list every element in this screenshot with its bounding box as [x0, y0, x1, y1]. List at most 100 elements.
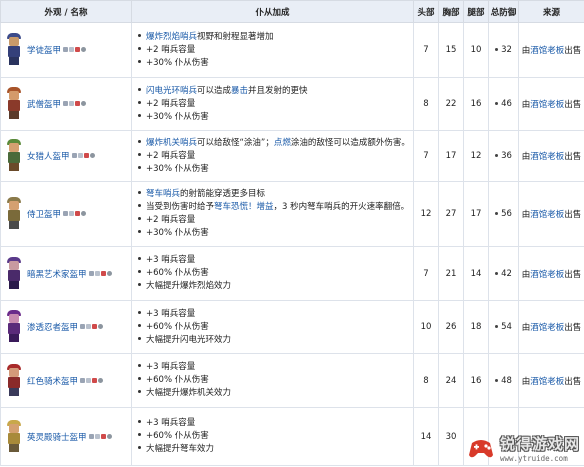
header-row: 外观 / 名称 仆从加成 头部 胸部 腿部 总防御 来源 [1, 1, 584, 23]
mobile-badge-icon [75, 101, 80, 106]
legs-defense: 18 [464, 301, 489, 354]
armor-set-link[interactable]: 红色骑术盔甲 [27, 377, 78, 387]
armor-sprite-icon [5, 257, 23, 291]
source-prefix: 由 [522, 270, 531, 280]
bonus-link[interactable]: 点燃 [274, 138, 291, 148]
total-defense-value: 32 [501, 45, 512, 55]
bonus-text: 并且发射的更快 [248, 86, 308, 96]
version-badges [89, 432, 113, 442]
source-suffix: 出售 [564, 46, 581, 56]
bullet-icon [495, 48, 498, 51]
source-npc-link[interactable]: 酒馆老板 [530, 270, 564, 280]
version-badges [63, 99, 87, 109]
head-defense: 8 [414, 354, 439, 408]
bonus-line: +60% 仆从伤害 [138, 321, 409, 334]
source-npc-link[interactable]: 酒馆老板 [530, 210, 564, 220]
total-defense: 48 [489, 354, 519, 408]
armor-sprite-icon [5, 87, 23, 121]
bonus-link[interactable]: 爆炸机关哨兵 [146, 138, 197, 148]
table-row: 渗透忍者盔甲+3 哨兵容量+60% 仆从伤害大幅提升闪电光环效力10261854… [1, 301, 584, 354]
source-npc-link[interactable]: 酒馆老板 [530, 377, 564, 387]
bonus-text: 涂油的敌怪可以造成额外伤害。 [291, 138, 410, 148]
armor-name-cell: 英灵殿骑士盔甲 [1, 408, 132, 466]
armor-set-link[interactable]: 女猎人盔甲 [27, 152, 70, 162]
body-defense: 17 [439, 131, 464, 182]
version-badges [80, 322, 104, 332]
table-row: 武僧盔甲 闪电光环哨兵可以造成暴击并且发射的更快+2 哨兵容量+30% 仆从伤害8… [1, 78, 584, 131]
bonus-link[interactable]: 爆炸烈焰哨兵 [146, 32, 197, 42]
bonus-link[interactable]: 暴击 [231, 86, 248, 96]
bullet-icon [138, 204, 141, 207]
col-header-appearance: 外观 / 名称 [1, 1, 132, 23]
bonus-cell: 爆炸机关哨兵可以给敌怪“涂油”；点燃涂油的敌怪可以造成额外伤害。+2 哨兵容量+… [132, 131, 414, 182]
bonus-line: +3 哨兵容量 [138, 254, 409, 267]
source-npc-link[interactable]: 酒馆老板 [530, 46, 564, 56]
armor-set-link[interactable]: 渗透忍者盔甲 [27, 323, 78, 333]
source-cell: 由酒馆老板出售 [519, 78, 584, 131]
pc-badge-icon [80, 378, 85, 383]
armor-sprite-icon [5, 197, 23, 231]
col-header-total: 总防御 [489, 1, 519, 23]
bonus-line: +3 哨兵容量 [138, 308, 409, 321]
bonus-cell: 闪电光环哨兵可以造成暴击并且发射的更快+2 哨兵容量+30% 仆从伤害 [132, 78, 414, 131]
bullet-icon [138, 433, 141, 436]
source-prefix: 由 [522, 100, 531, 110]
bonus-text: +2 哨兵容量 [146, 45, 195, 55]
gamepad-logo-icon [466, 433, 496, 463]
source-cell: 由酒馆老板出售 [519, 247, 584, 301]
version-badges [63, 209, 87, 219]
armor-set-link[interactable]: 学徒盔甲 [27, 46, 61, 56]
head-defense: 7 [414, 247, 439, 301]
source-prefix: 由 [522, 323, 531, 333]
bullet-icon [495, 325, 498, 328]
armor-set-link[interactable]: 武僧盔甲 [27, 100, 61, 110]
bullet-icon [138, 420, 141, 423]
bonus-text: +60% 仆从伤害 [146, 431, 209, 441]
legs-defense: 16 [464, 78, 489, 131]
tmodloader-badge-icon [98, 378, 103, 383]
col-header-body: 胸部 [439, 1, 464, 23]
armor-table: 外观 / 名称 仆从加成 头部 胸部 腿部 总防御 来源 学徒盔甲爆炸烈焰哨兵视… [0, 0, 584, 466]
tmodloader-badge-icon [81, 211, 86, 216]
console-badge-icon [86, 378, 91, 383]
tmodloader-badge-icon [81, 101, 86, 106]
console-badge-icon [69, 211, 74, 216]
armor-name-cell: 武僧盔甲 [1, 78, 132, 131]
source-prefix: 由 [522, 210, 531, 220]
source-npc-link[interactable]: 酒馆老板 [530, 100, 564, 110]
armor-set-link[interactable]: 侍卫盔甲 [27, 210, 61, 220]
head-defense: 7 [414, 131, 439, 182]
bullet-icon [138, 47, 141, 50]
bonus-text: 当受到伤害时给予 [146, 202, 214, 212]
bonus-text: +3 哨兵容量 [146, 309, 195, 319]
console-badge-icon [95, 434, 100, 439]
source-suffix: 出售 [564, 100, 581, 110]
bonus-line: +2 哨兵容量 [138, 44, 409, 57]
source-suffix: 出售 [564, 270, 581, 280]
mobile-badge-icon [84, 153, 89, 158]
head-defense: 8 [414, 78, 439, 131]
bullet-icon [138, 217, 141, 220]
bonus-text: +3 哨兵容量 [146, 255, 195, 265]
armor-name-cell: 暗黑艺术家盔甲 [1, 247, 132, 301]
col-header-head: 头部 [414, 1, 439, 23]
bonus-link[interactable]: 弩车恐慌！增益 [214, 202, 274, 212]
bonus-cell: 弩车哨兵的射箭能穿透更多目标当受到伤害时给予弩车恐慌！增益，3 秒内弩车哨兵的开… [132, 182, 414, 247]
bonus-link[interactable]: 闪电光环哨兵 [146, 86, 197, 96]
armor-set-link[interactable]: 英灵殿骑士盔甲 [27, 433, 87, 443]
armor-set-link[interactable]: 暗黑艺术家盔甲 [27, 270, 87, 280]
bonus-text: +30% 仆从伤害 [146, 112, 209, 122]
source-cell: 由酒馆老板出售 [519, 182, 584, 247]
col-header-source: 来源 [519, 1, 584, 23]
bonus-link[interactable]: 弩车哨兵 [146, 189, 180, 199]
total-defense-value: 54 [501, 322, 512, 332]
watermark: 锐得游戏网 www.ytruide.com [466, 433, 580, 463]
mobile-badge-icon [101, 434, 106, 439]
bullet-icon [138, 60, 141, 63]
table-row: 侍卫盔甲 弩车哨兵的射箭能穿透更多目标当受到伤害时给予弩车恐慌！增益，3 秒内弩车… [1, 182, 584, 247]
armor-sprite-icon [5, 139, 23, 173]
head-defense: 10 [414, 301, 439, 354]
body-defense: 21 [439, 247, 464, 301]
source-npc-link[interactable]: 酒馆老板 [530, 152, 564, 162]
source-npc-link[interactable]: 酒馆老板 [530, 323, 564, 333]
